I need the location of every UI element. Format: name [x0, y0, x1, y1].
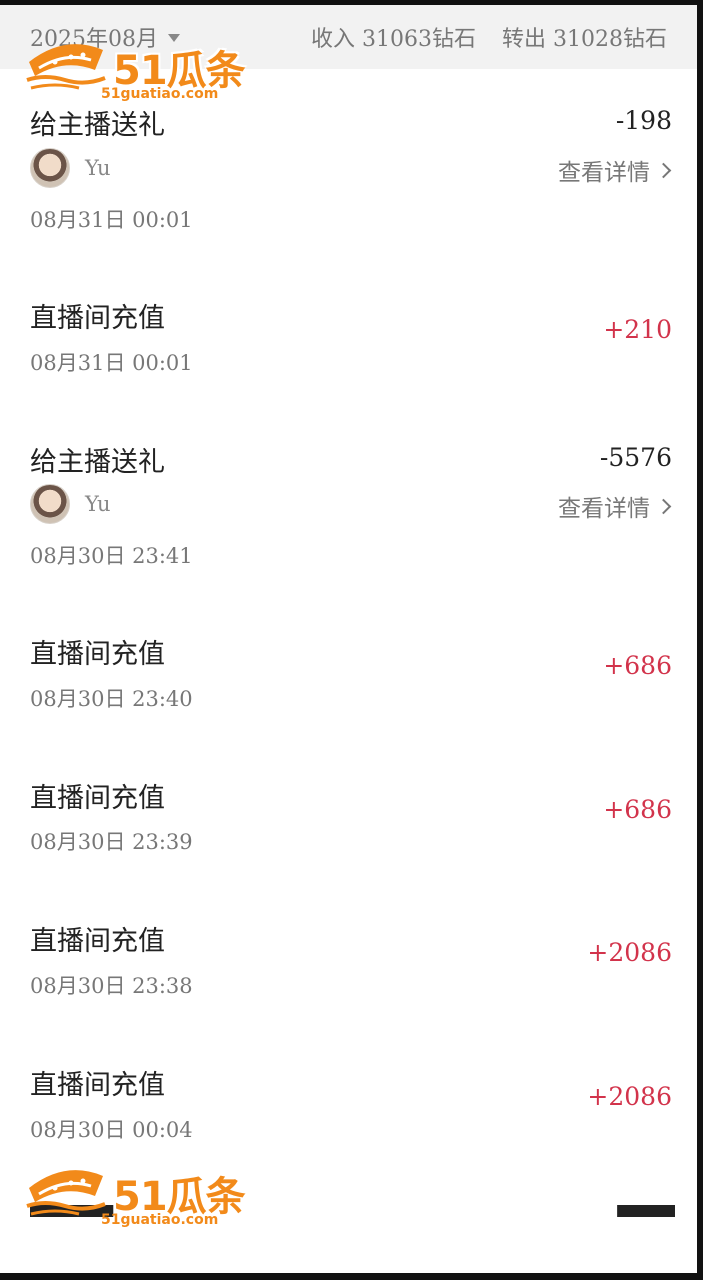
transaction-date: 08月31日 00:01	[30, 208, 193, 232]
transaction-date: 08月30日 00:04	[30, 1118, 193, 1142]
chevron-right-icon	[655, 162, 672, 178]
partial-amount: ███	[617, 1205, 675, 1217]
transaction-title: 直播间充值	[30, 1070, 165, 1101]
watermark-domain: 51guatiao.com	[101, 86, 219, 102]
view-detail-link[interactable]: 查看详情	[558, 489, 672, 523]
chevron-right-icon	[655, 498, 672, 514]
anchor-name: Yu	[85, 492, 111, 516]
transaction-date: 08月30日 23:41	[30, 544, 193, 568]
transaction-title: 直播间充值	[30, 303, 165, 334]
watermark-logo: 51瓜条 51guatiao.com	[25, 36, 270, 106]
transaction-title: 直播间充值	[30, 783, 165, 814]
transaction-date: 08月30日 23:39	[30, 830, 193, 854]
transaction-date: 08月30日 23:38	[30, 974, 193, 998]
transaction-amount: +2086	[587, 938, 672, 967]
view-detail-label: 查看详情	[558, 496, 650, 522]
anchor-name: Yu	[85, 156, 111, 180]
summary-totals: 收入 31063钻石 转出 31028钻石	[311, 21, 667, 53]
transaction-amount: +2086	[587, 1082, 672, 1111]
transaction-amount: +210	[603, 315, 672, 344]
transaction-date: 08月30日 23:40	[30, 687, 193, 711]
view-detail-label: 查看详情	[558, 160, 650, 186]
anchor-info[interactable]: Yu	[30, 148, 111, 188]
transaction-title: 直播间充值	[30, 926, 165, 957]
transaction-amount: +686	[603, 651, 672, 680]
watermelon-logo-icon	[26, 1170, 106, 1216]
transaction-date: 08月31日 00:01	[30, 351, 193, 375]
transfer-out-total: 转出 31028钻石	[502, 27, 667, 52]
transaction-amount: -5576	[599, 443, 672, 472]
bottom-frame-bar	[0, 1273, 703, 1280]
watermark-domain: 51guatiao.com	[101, 1212, 219, 1228]
transaction-title: 给主播送礼	[30, 447, 165, 478]
transaction-title: 给主播送礼	[30, 110, 165, 141]
income-total: 收入 31063钻石	[311, 27, 477, 52]
transaction-amount: +686	[603, 795, 672, 824]
view-detail-link[interactable]: 查看详情	[558, 153, 672, 187]
transaction-amount: -198	[615, 106, 672, 135]
avatar	[30, 484, 70, 524]
watermark-logo: 51瓜条 51guatiao.com	[25, 1162, 270, 1232]
transaction-title: 直播间充值	[30, 639, 165, 670]
anchor-info[interactable]: Yu	[30, 484, 111, 524]
avatar	[30, 148, 70, 188]
watermelon-logo-icon	[26, 44, 106, 90]
right-frame-bar	[697, 0, 703, 1280]
